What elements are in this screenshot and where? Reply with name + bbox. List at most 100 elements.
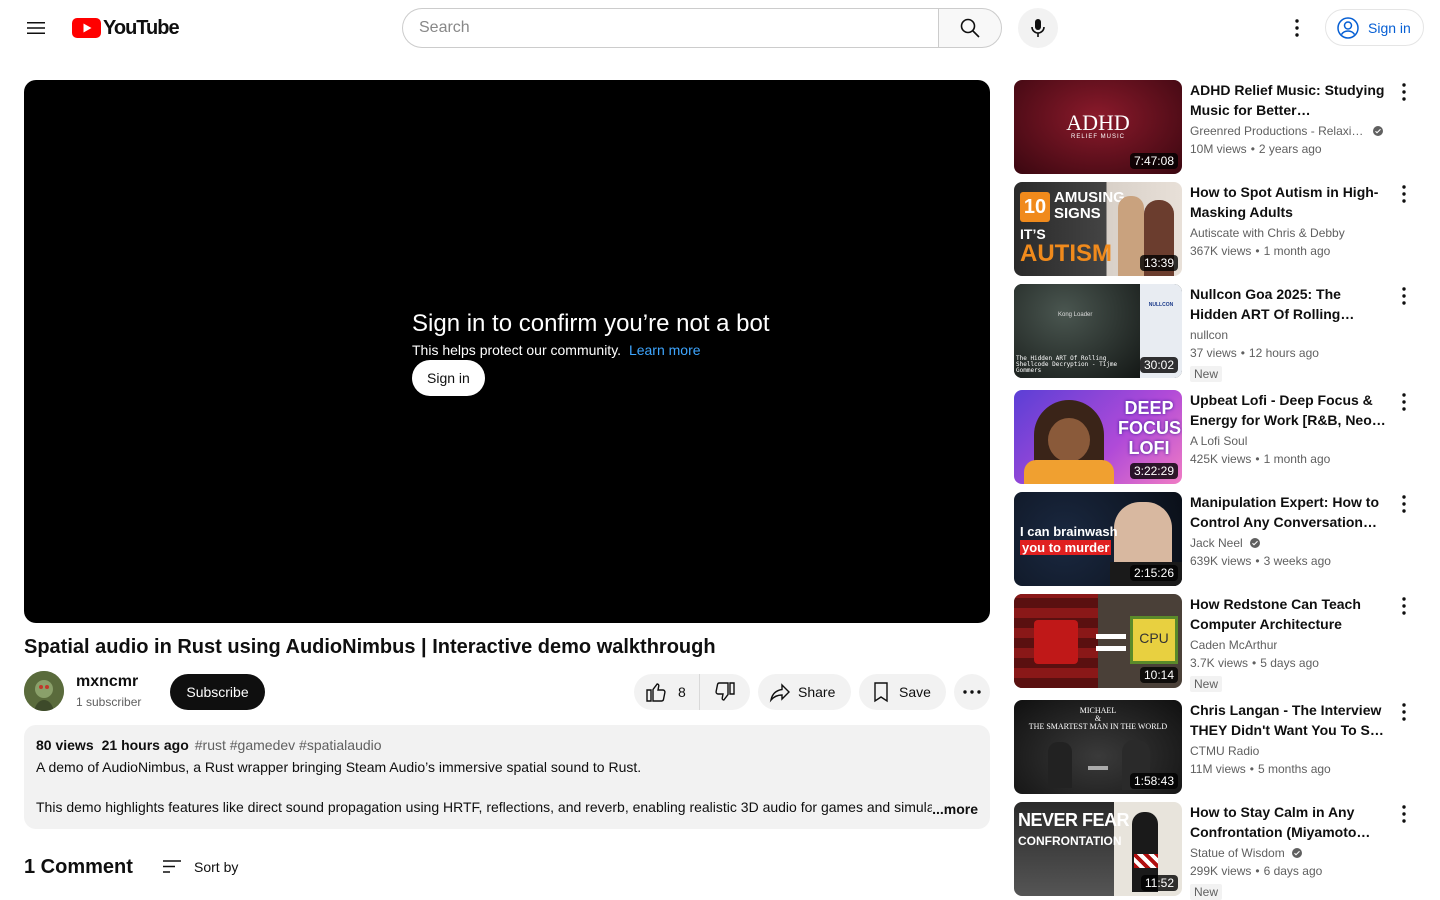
recommendation-channel[interactable]: A Lofi Soul xyxy=(1190,434,1247,448)
like-count: 8 xyxy=(678,684,686,700)
channel-name[interactable]: mxncmr xyxy=(76,673,138,691)
share-button[interactable]: Share xyxy=(758,674,851,710)
video-player[interactable]: Sign in to confirm you’re not a bot This… xyxy=(24,80,990,623)
recommendation-meta: 367K views • 1 month ago xyxy=(1190,244,1331,258)
recommendation-item[interactable]: ADHD RELIEF MUSIC 7:47:08 ADHD Relief Mu… xyxy=(1014,80,1424,174)
more-horiz-icon xyxy=(963,690,981,694)
video-duration: 13:39 xyxy=(1139,255,1178,271)
channel-name-text: Greenred Productions - Relaxin… xyxy=(1190,124,1366,138)
video-thumbnail[interactable]: DEEP FOCUS LOFI 3:22:29 xyxy=(1014,390,1182,484)
thumb-subtitle: you to murder xyxy=(1020,540,1112,555)
video-duration: 30:02 xyxy=(1139,357,1178,373)
description-meta: 80 views 21 hours ago #rust #gamedev #sp… xyxy=(36,737,978,753)
recommendation-channel[interactable]: Statue of Wisdom xyxy=(1190,846,1303,860)
video-thumbnail[interactable]: I can brainwash you to murder 2:15:26 xyxy=(1014,492,1182,586)
thumb-title: DEEP FOCUS LOFI xyxy=(1118,398,1181,458)
video-thumbnail[interactable]: 10 AMUSING SIGNS IT’S AUTISM 13:39 xyxy=(1014,182,1182,276)
recommendation-title[interactable]: Manipulation Expert: How to Control Any … xyxy=(1190,492,1390,532)
recommendation-item[interactable]: MICHAEL & THE SMARTEST MAN IN THE WORLD … xyxy=(1014,700,1424,794)
more-actions-button[interactable] xyxy=(954,674,990,710)
save-button[interactable]: Save xyxy=(859,674,946,710)
recommendation-meta: 11M views • 5 months ago xyxy=(1190,762,1331,776)
recommendation-item[interactable]: NEVER FEAR CONFRONTATION 11:52 How to St… xyxy=(1014,802,1424,900)
video-duration: 11:52 xyxy=(1140,875,1178,891)
hashtags[interactable]: #rust #gamedev #spatialaudio xyxy=(195,737,382,753)
video-duration: 1:58:43 xyxy=(1129,773,1178,789)
recommendation-menu-button[interactable] xyxy=(1388,492,1420,516)
recommendation-meta: 3.7K views • 5 days ago xyxy=(1190,656,1319,670)
recommendation-menu-button[interactable] xyxy=(1388,802,1420,826)
recommendation-channel[interactable]: CTMU Radio xyxy=(1190,744,1259,758)
recommendation-title[interactable]: How Redstone Can Teach Computer Architec… xyxy=(1190,594,1390,634)
recommendation-meta: 299K views • 6 days ago xyxy=(1190,864,1323,878)
masthead: YouTube Sign in xyxy=(0,0,1440,56)
recommendation-item[interactable]: I can brainwash you to murder 2:15:26 Ma… xyxy=(1014,492,1424,586)
video-thumbnail[interactable]: NULLCON Kong Loader The Hidden ART Of Ro… xyxy=(1014,284,1182,378)
recommendation-channel[interactable]: Jack Neel xyxy=(1190,536,1261,550)
bot-check-text: This helps protect our community. xyxy=(412,342,622,358)
search-input[interactable] xyxy=(419,19,923,37)
settings-button[interactable] xyxy=(1277,8,1317,48)
recommendation-item[interactable]: CPU 10:14 How Redstone Can Teach Compute… xyxy=(1014,594,1424,692)
thumb-subtitle: CONFRONTATION xyxy=(1018,834,1122,848)
like-dislike-bar: 8 xyxy=(634,674,750,710)
more-vert-icon xyxy=(1402,703,1406,721)
video-thumbnail[interactable]: MICHAEL & THE SMARTEST MAN IN THE WORLD … xyxy=(1014,700,1182,794)
recommendation-item[interactable]: NULLCON Kong Loader The Hidden ART Of Ro… xyxy=(1014,284,1424,382)
recommendation-title[interactable]: Nullcon Goa 2025: The Hidden ART Of Roll… xyxy=(1190,284,1390,324)
view-count: 3.7K views xyxy=(1190,656,1249,670)
comments-count: 1 Comment xyxy=(24,856,133,878)
youtube-logo[interactable]: YouTube xyxy=(72,17,180,39)
show-more-button[interactable]: ...more xyxy=(932,801,978,817)
sort-icon xyxy=(163,860,181,873)
video-thumbnail[interactable]: NEVER FEAR CONFRONTATION 11:52 xyxy=(1014,802,1182,896)
recommendation-menu-button[interactable] xyxy=(1388,594,1420,618)
more-vert-icon xyxy=(1402,597,1406,615)
search-button[interactable] xyxy=(938,8,1002,48)
channel-name-text: Jack Neel xyxy=(1190,536,1243,550)
dislike-button[interactable] xyxy=(700,674,750,710)
subscriber-count: 1 subscriber xyxy=(76,695,142,709)
channel-name-text: Autiscate with Chris & Debby xyxy=(1190,226,1345,240)
recommendation-menu-button[interactable] xyxy=(1388,700,1420,724)
voice-search-button[interactable] xyxy=(1018,8,1058,48)
search-box[interactable] xyxy=(402,8,939,48)
thumbs-down-icon xyxy=(715,682,735,701)
recommendation-menu-button[interactable] xyxy=(1388,390,1420,414)
subscribe-button[interactable]: Subscribe xyxy=(170,674,265,710)
player-signin-button[interactable]: Sign in xyxy=(412,360,485,396)
description-line: This demo highlights features like direc… xyxy=(36,799,932,815)
video-thumbnail[interactable]: CPU 10:14 xyxy=(1014,594,1182,688)
video-duration: 10:14 xyxy=(1139,667,1178,683)
recommendation-channel[interactable]: Greenred Productions - Relaxin… xyxy=(1190,124,1384,138)
header-signin-button[interactable]: Sign in xyxy=(1325,9,1424,46)
recommendation-channel[interactable]: Autiscate with Chris & Debby xyxy=(1190,226,1345,240)
recommendation-title[interactable]: How to Stay Calm in Any Confrontation (M… xyxy=(1190,802,1390,842)
recommendation-item[interactable]: 10 AMUSING SIGNS IT’S AUTISM 13:39 How t… xyxy=(1014,182,1424,276)
description-box[interactable]: 80 views 21 hours ago #rust #gamedev #sp… xyxy=(24,725,990,829)
learn-more-link[interactable]: Learn more xyxy=(629,342,701,358)
bot-check-title: Sign in to confirm you’re not a bot xyxy=(412,310,770,337)
guide-menu-button[interactable] xyxy=(16,8,56,48)
video-thumbnail[interactable]: ADHD RELIEF MUSIC 7:47:08 xyxy=(1014,80,1182,174)
thumb-subtitle: THE SMARTEST MAN IN THE WORLD xyxy=(1028,722,1168,731)
recommendation-title[interactable]: Chris Langan - The Interview THEY Didn't… xyxy=(1190,700,1390,740)
like-button[interactable]: 8 xyxy=(634,674,700,710)
recommendation-channel[interactable]: nullcon xyxy=(1190,328,1228,342)
recommendation-title[interactable]: Upbeat Lofi - Deep Focus & Energy for Wo… xyxy=(1190,390,1390,430)
channel-avatar[interactable] xyxy=(24,671,64,711)
recommendation-menu-button[interactable] xyxy=(1388,80,1420,104)
upload-age: 5 days ago xyxy=(1260,656,1319,670)
upload-age: 1 month ago xyxy=(1263,244,1331,258)
recommendation-channel[interactable]: Caden McArthur xyxy=(1190,638,1277,652)
thumb-title: CPU xyxy=(1139,630,1169,646)
recommendation-title[interactable]: How to Spot Autism in High-Masking Adult… xyxy=(1190,182,1390,222)
recommendation-title[interactable]: ADHD Relief Music: Studying Music for Be… xyxy=(1190,80,1390,120)
recommendation-item[interactable]: DEEP FOCUS LOFI 3:22:29 Upbeat Lofi - De… xyxy=(1014,390,1424,484)
recommendation-menu-button[interactable] xyxy=(1388,284,1420,308)
recommendation-meta: 10M views • 2 years ago xyxy=(1190,142,1322,156)
recommendation-menu-button[interactable] xyxy=(1388,182,1420,206)
sort-comments-button[interactable]: Sort by xyxy=(160,855,238,879)
bookmark-icon xyxy=(874,682,888,703)
view-count: 80 views xyxy=(36,737,94,753)
